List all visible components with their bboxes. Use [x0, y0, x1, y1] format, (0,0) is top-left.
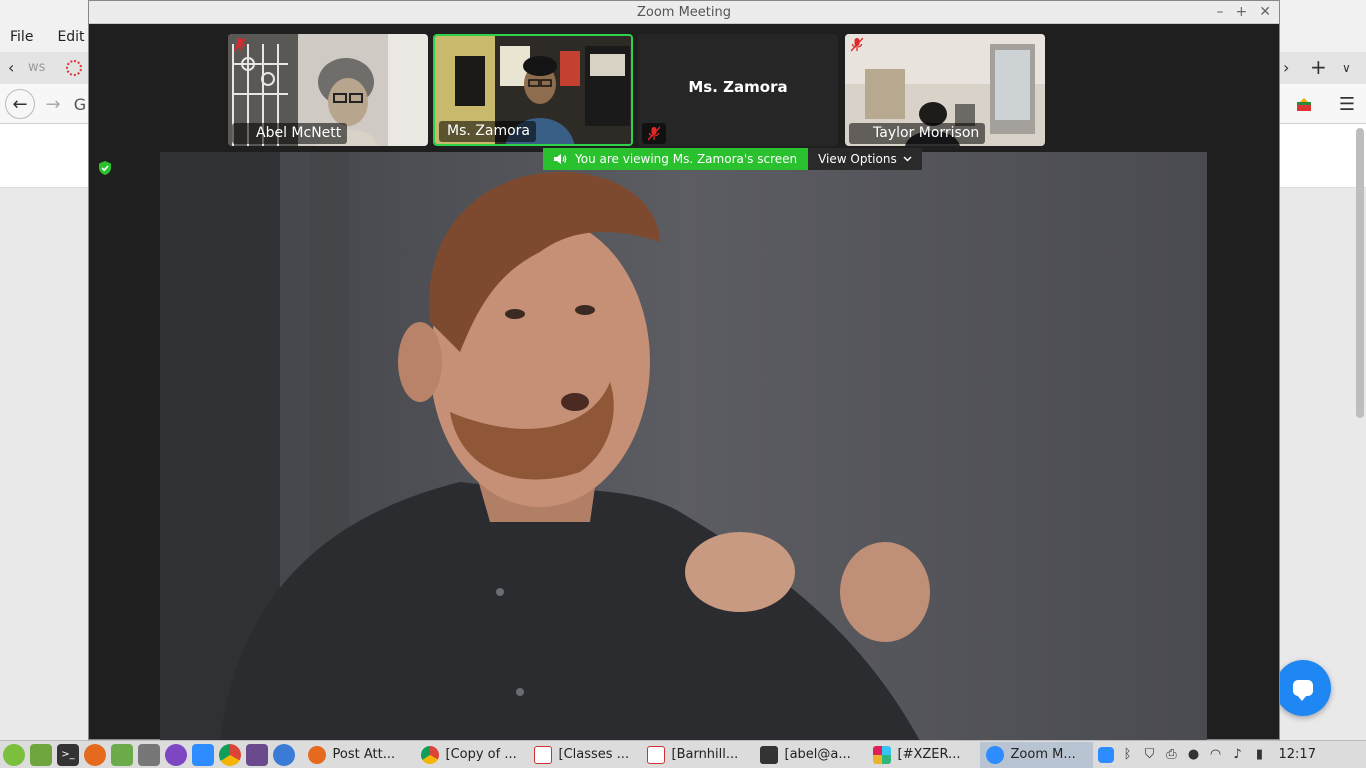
zoom-tray-icon[interactable] — [1097, 746, 1115, 764]
participant-tile-abel[interactable]: Abel McNett — [228, 34, 428, 146]
task-slack[interactable]: [#XZER... — [867, 742, 980, 768]
task-label: [Barnhill... — [671, 747, 739, 762]
forward-arrow-icon[interactable]: → — [38, 89, 68, 119]
zoom-icon — [985, 745, 1004, 764]
zoom-meeting-window: Zoom Meeting – + ✕ Abel McNett Ms. Zamor… — [88, 0, 1280, 741]
camera-launcher-icon[interactable] — [138, 743, 160, 766]
shared-video-frame — [160, 152, 1207, 741]
task-terminal[interactable]: [abel@a... — [754, 742, 867, 768]
participant-tile-zamora-audio[interactable]: Ms. Zamora — [638, 34, 838, 146]
zoom-titlebar: Zoom Meeting – + ✕ — [89, 1, 1279, 24]
tab-list-chevron-icon[interactable]: ∨ — [1342, 61, 1351, 75]
chart-app-icon — [533, 745, 552, 764]
chevron-down-icon — [903, 156, 912, 162]
davinci-launcher-icon[interactable] — [273, 743, 295, 766]
menu-file[interactable]: File — [10, 29, 33, 45]
participant-tile-zamora-video[interactable]: Ms. Zamora — [433, 34, 633, 146]
taskbar: >_ Post Att... [Copy of ... [Classes ...… — [0, 740, 1366, 768]
participant-tile-taylor[interactable]: Taylor Morrison — [845, 34, 1045, 146]
terminal-launcher-icon[interactable]: >_ — [57, 743, 79, 766]
task-zoom[interactable]: Zoom M... — [979, 741, 1093, 768]
task-label: Post Att... — [332, 747, 396, 762]
participant-name: Ms. Zamora — [439, 121, 536, 142]
firefox-icon — [307, 745, 326, 764]
task-label: [Classes ... — [558, 747, 630, 762]
maximize-icon[interactable]: + — [1236, 1, 1248, 24]
view-options-label: View Options — [818, 152, 897, 166]
participant-name: Abel McNett — [232, 123, 348, 144]
emacs-launcher-icon[interactable] — [165, 743, 187, 766]
menu-edit[interactable]: Edit — [57, 29, 84, 45]
task-label: [Copy of ... — [445, 747, 517, 762]
tab-scroll-right-icon[interactable]: › — [1283, 58, 1289, 77]
printer-icon[interactable]: ⎙ — [1163, 746, 1181, 764]
terminal-icon — [759, 745, 778, 764]
speaker-icon — [554, 154, 567, 164]
chat-bubble-icon[interactable] — [1275, 660, 1331, 716]
zoom-window-title: Zoom Meeting — [636, 5, 732, 20]
clock[interactable]: 12:17 — [1279, 747, 1316, 762]
chrome-launcher-icon[interactable] — [219, 743, 241, 766]
volume-icon[interactable]: ♪ — [1229, 746, 1247, 764]
tab-scroll-left-icon[interactable]: ‹ — [8, 58, 14, 77]
zoom-launcher-icon[interactable] — [192, 743, 214, 766]
task-label: [#XZER... — [897, 747, 961, 762]
close-icon[interactable]: ✕ — [1259, 1, 1271, 24]
task-label: Zoom M... — [1010, 747, 1076, 762]
muted-mic-icon — [234, 37, 246, 52]
user-icon[interactable]: ● — [1185, 746, 1203, 764]
muted-mic-icon — [648, 126, 660, 141]
share-banner-text: You are viewing Ms. Zamora's screen — [575, 152, 798, 166]
slack-icon — [872, 745, 891, 764]
extension-icon[interactable] — [1292, 89, 1316, 119]
new-tab-plus-icon[interactable]: + — [1310, 55, 1327, 79]
show-desktop-icon[interactable] — [30, 743, 52, 766]
browser-menu-icon[interactable]: ☰ — [1332, 89, 1362, 119]
page-scrollbar[interactable] — [1356, 128, 1364, 418]
task-chrome[interactable]: [Copy of ... — [415, 742, 528, 768]
task-barnhill[interactable]: [Barnhill... — [641, 742, 754, 768]
task-label: [abel@a... — [784, 747, 851, 762]
battery-icon[interactable]: ▮ — [1251, 746, 1269, 764]
task-firefox[interactable]: Post Att... — [302, 742, 415, 768]
wifi-icon[interactable]: ◠ — [1207, 746, 1225, 764]
update-shield-icon[interactable]: ⛉ — [1141, 746, 1159, 764]
task-classes[interactable]: [Classes ... — [528, 742, 641, 768]
back-arrow-icon[interactable]: ← — [5, 89, 35, 119]
chart-app-icon — [646, 745, 665, 764]
shared-screen-view[interactable] — [160, 152, 1207, 741]
participant-name-large: Ms. Zamora — [688, 78, 788, 96]
bluetooth-icon[interactable]: ᛒ — [1119, 746, 1137, 764]
share-banner: You are viewing Ms. Zamora's screen — [543, 148, 809, 170]
encryption-shield-icon[interactable] — [98, 161, 112, 175]
reload-icon[interactable]: G — [70, 89, 90, 119]
loading-icon — [66, 60, 82, 76]
muted-mic-icon — [851, 37, 863, 52]
chrome-icon — [420, 745, 439, 764]
minimize-icon[interactable]: – — [1217, 1, 1224, 24]
notes-launcher-icon[interactable] — [246, 743, 268, 766]
files-launcher-icon[interactable] — [111, 743, 133, 766]
firefox-launcher-icon[interactable] — [84, 743, 106, 766]
participant-name: Taylor Morrison — [849, 123, 986, 144]
system-tray: ᛒ ⛉ ⎙ ● ◠ ♪ ▮ 12:17 — [1097, 746, 1316, 764]
mint-menu-icon[interactable] — [3, 743, 25, 766]
tab-partial-label[interactable]: ws — [28, 60, 45, 75]
view-options-button[interactable]: View Options — [808, 148, 922, 170]
